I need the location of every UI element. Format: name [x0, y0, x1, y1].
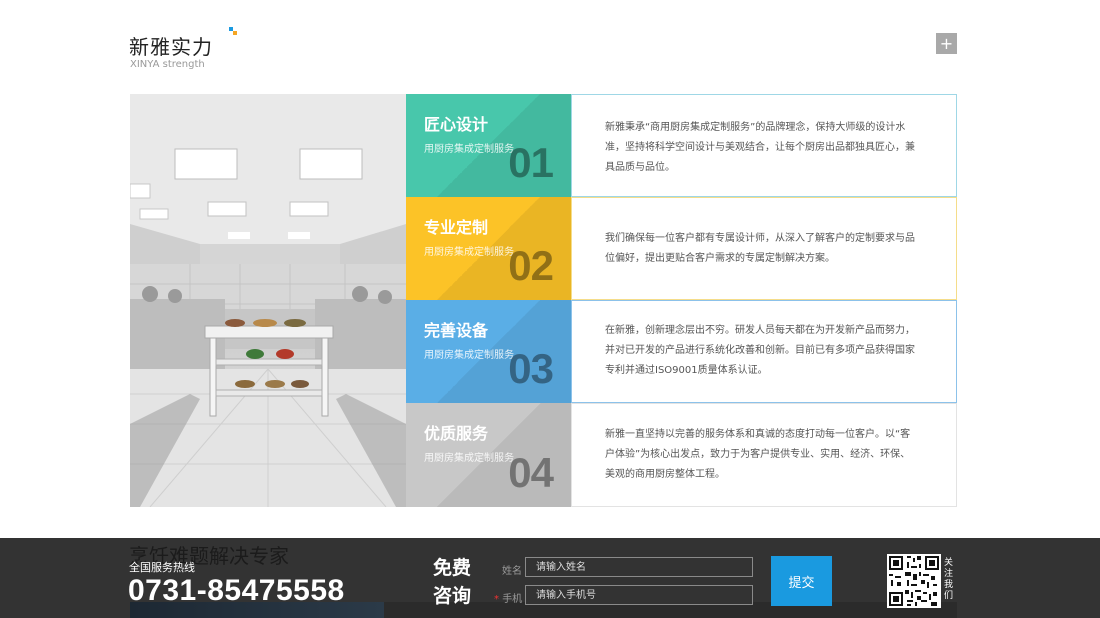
phone-label: * 手机: [494, 594, 523, 605]
title-decoration-dot-orange: [233, 31, 237, 35]
qr-code-icon: [887, 554, 941, 608]
feature-number: 02: [508, 242, 554, 289]
feature-subtitle: 用厨房集成定制服务: [424, 350, 514, 361]
submit-button[interactable]: 提交: [771, 556, 832, 606]
feature-card-equipment[interactable]: 完善设备 用厨房集成定制服务 03: [406, 300, 571, 403]
required-mark: *: [494, 594, 499, 605]
name-input[interactable]: [525, 557, 753, 577]
feature-card-service[interactable]: 优质服务 用厨房集成定制服务 04: [406, 403, 571, 507]
phone-input[interactable]: [525, 585, 753, 605]
follow-us-label: 关注我们: [944, 558, 954, 601]
feature-number: 03: [508, 345, 554, 392]
hotline-label: 全国服务热线: [129, 561, 195, 574]
description-text: 新雅一直坚持以完善的服务体系和真诚的态度打动每一位客户。以“客户体验”为核心出发…: [605, 429, 911, 480]
feature-subtitle: 用厨房集成定制服务: [424, 144, 514, 155]
hotline-number: 0731-85475558: [128, 574, 345, 607]
kitchen-photo: [130, 94, 406, 507]
description-text: 我们确保每一位客户都有专属设计师，从深入了解客户的定制要求与品位偏好，提出更贴合…: [605, 233, 915, 264]
section-subtitle: XINYA strength: [130, 59, 205, 70]
feature-card-customization[interactable]: 专业定制 用厨房集成定制服务 02: [406, 197, 571, 300]
feature-number: 04: [508, 449, 554, 496]
section-title: 新雅实力: [129, 35, 213, 59]
description-text: 新雅秉承“商用厨房集成定制服务”的品牌理念，保持大师级的设计水准，坚持将科学空间…: [605, 122, 915, 173]
feature-number: 01: [508, 139, 554, 186]
feature-description-equipment: 在新雅，创新理念层出不穷。研发人员每天都在为开发新产品而努力，并对已开发的产品进…: [571, 300, 957, 403]
feature-title: 匠心设计: [424, 115, 489, 134]
feature-description-customization: 我们确保每一位客户都有专属设计师，从深入了解客户的定制要求与品位偏好，提出更贴合…: [571, 197, 957, 300]
contact-bar: 烹饪难题解决专家 全国服务热线 0731-85475558 免费咨询 姓名 * …: [0, 538, 1100, 618]
feature-title: 完善设备: [424, 321, 489, 340]
feature-card-design[interactable]: 匠心设计 用厨房集成定制服务 01: [406, 94, 571, 197]
feature-subtitle: 用厨房集成定制服务: [424, 247, 514, 258]
name-label: 姓名: [502, 566, 522, 577]
feature-title: 专业定制: [424, 218, 489, 237]
feature-description-design: 新雅秉承“商用厨房集成定制服务”的品牌理念，保持大师级的设计水准，坚持将科学空间…: [571, 94, 957, 197]
description-text: 在新雅，创新理念层出不穷。研发人员每天都在为开发新产品而努力，并对已开发的产品进…: [605, 325, 915, 376]
feature-subtitle: 用厨房集成定制服务: [424, 453, 514, 464]
feature-title: 优质服务: [424, 424, 489, 443]
more-button[interactable]: +: [936, 33, 957, 54]
feature-description-service: 新雅一直坚持以完善的服务体系和真诚的态度打动每一位客户。以“客户体验”为核心出发…: [571, 403, 957, 507]
free-consult-label: 免费咨询: [433, 557, 472, 607]
